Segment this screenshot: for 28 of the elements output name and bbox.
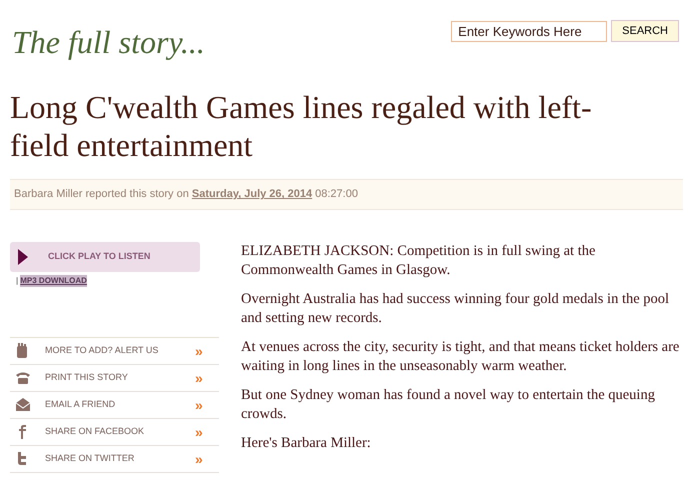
telephone-icon: [15, 370, 31, 386]
byline-text: Barbara Miller reported this story on: [14, 187, 189, 202]
action-link[interactable]: MORE TO ADD? ALERT US: [45, 344, 195, 358]
play-icon: [18, 249, 28, 265]
search-button[interactable]: SEARCH: [611, 20, 679, 42]
date-link[interactable]: Saturday, July 26, 2014: [192, 186, 312, 203]
chevron-text: »: [195, 398, 203, 412]
action-link[interactable]: SHARE ON FACEBOOK: [45, 425, 195, 439]
chevron-text: »: [195, 452, 203, 466]
paragraph: At venues across the city, security is tight, and that means ticket holders are waiting in long lines in the unseasonably warm weather.: [241, 338, 680, 376]
time-text: 08:27:00: [315, 187, 358, 202]
download-link[interactable]: MP3 DOWNLOAD: [20, 275, 87, 287]
action-link[interactable]: PRINT THIS STORY: [45, 371, 195, 385]
chevron-text: »: [195, 371, 203, 385]
action-link[interactable]: EMAIL A FRIEND: [45, 398, 195, 412]
envelope-icon: [15, 397, 31, 413]
paragraph: Here's Barbara Miller:: [241, 434, 372, 453]
chevron-text: »: [195, 425, 203, 439]
section-title: The full story...: [12, 23, 205, 62]
action-link[interactable]: SHARE ON TWITTER: [45, 452, 195, 466]
search-field[interactable]: Enter Keywords Here: [451, 20, 608, 42]
play-button[interactable]: CLICK PLAY TO LISTEN: [10, 242, 200, 272]
paragraph: Overnight Australia has had success winning four gold medals in the pool and setting new records.: [241, 290, 670, 328]
chevron-text: »: [195, 344, 203, 358]
separator-text: |: [16, 275, 18, 287]
paragraph: ELIZABETH JACKSON: Competition is in full swing at the Commonwealth Games in Glasgow.: [241, 242, 596, 280]
paragraph: But one Sydney woman has found a novel way to entertain the queuing crowds.: [241, 386, 656, 424]
headline: Long C'wealth Games lines regaled with left-field entertainment: [10, 88, 593, 164]
